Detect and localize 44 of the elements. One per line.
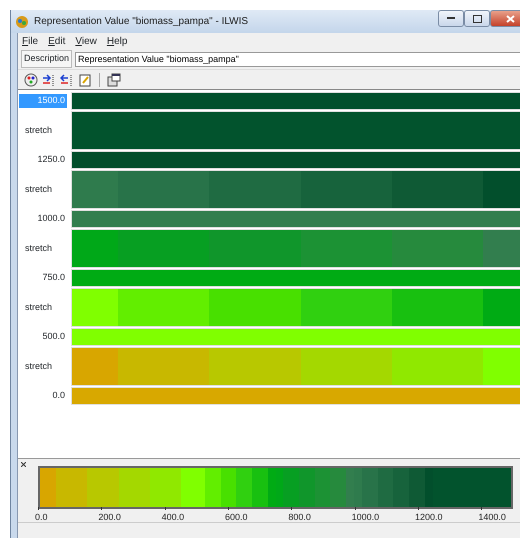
color-bar[interactable] [71, 92, 520, 110]
palette-icon[interactable] [24, 72, 38, 86]
close-icon [506, 14, 514, 22]
stretch-label: stretch [25, 124, 52, 137]
stretch-label: stretch [25, 242, 52, 255]
insert-row-icon[interactable] [42, 72, 56, 86]
close-button[interactable] [490, 10, 520, 27]
tick-label: 1400.0 [478, 511, 506, 524]
maximize-icon [472, 14, 482, 22]
stretch-label: stretch [25, 300, 52, 314]
delete-row-icon[interactable] [60, 72, 74, 86]
color-bar[interactable] [71, 151, 520, 169]
value-field[interactable]: 1250.0 [35, 153, 67, 167]
stretch-label: stretch [25, 360, 52, 373]
properties-icon[interactable] [107, 72, 121, 86]
minimize-button[interactable] [438, 10, 464, 27]
menu-item[interactable]: View [75, 34, 97, 48]
menu-item[interactable]: Help [106, 34, 128, 48]
minimize-icon [447, 17, 455, 20]
color-bar[interactable] [71, 387, 520, 405]
app-icon [15, 14, 29, 28]
value-field[interactable]: 0.0 [50, 389, 67, 403]
tick-label: 200.0 [98, 511, 121, 524]
color-bar[interactable] [71, 328, 520, 346]
stretch-label: stretch [25, 182, 52, 196]
color-bar[interactable] [71, 210, 520, 228]
edit-icon[interactable] [78, 72, 92, 86]
value-field[interactable]: 750.0 [40, 271, 67, 285]
menu-item[interactable]: Edit [48, 34, 66, 48]
tick-label: 1200.0 [415, 511, 443, 524]
tick-label: 600.0 [225, 511, 248, 524]
description-field[interactable]: Representation Value "biomass_pampa" [75, 52, 520, 66]
maximize-button[interactable] [464, 10, 490, 27]
value-field[interactable]: 1000.0 [35, 212, 67, 226]
description-label: Description [21, 50, 72, 68]
pane-close-icon[interactable] [21, 462, 26, 467]
tick-label: 0.0 [35, 511, 48, 524]
tick-label: 1000.0 [352, 511, 380, 524]
color-bar[interactable] [71, 269, 520, 287]
window-title: Representation Value "biomass_pampa" - ILWIS [34, 15, 248, 29]
tick-label: 400.0 [162, 511, 184, 524]
value-field[interactable]: 500.0 [40, 330, 67, 344]
tick-label: 800.0 [288, 511, 311, 524]
menu-item[interactable]: File [22, 34, 38, 48]
